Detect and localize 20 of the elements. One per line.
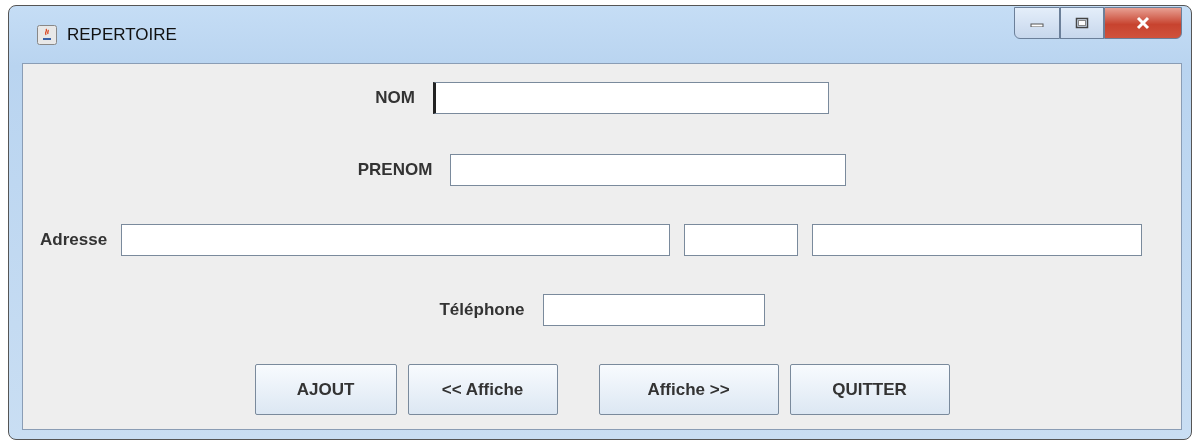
field-label: Adresse [40,230,108,250]
maximize-button[interactable] [1060,7,1104,39]
input-field[interactable] [812,224,1143,256]
window-title: REPERTOIRE [67,24,177,45]
form-button[interactable]: << Affiche [407,364,558,415]
input-field[interactable] [684,224,799,256]
close-button[interactable] [1104,7,1182,39]
input-field[interactable] [121,224,671,256]
field-label: NOM [375,88,415,108]
field-label: Téléphone [439,300,525,320]
form-button[interactable]: Affiche >> [598,364,779,415]
field-label: PRENOM [357,160,433,180]
form-button[interactable]: AJOUT [254,364,397,415]
maximize-icon [1075,17,1089,29]
close-icon [1135,16,1151,30]
input-field[interactable] [542,294,765,326]
minimize-button[interactable] [1014,7,1060,39]
form-button[interactable]: QUITTER [789,364,950,415]
input-field[interactable] [432,82,829,114]
input-field[interactable] [450,154,847,186]
